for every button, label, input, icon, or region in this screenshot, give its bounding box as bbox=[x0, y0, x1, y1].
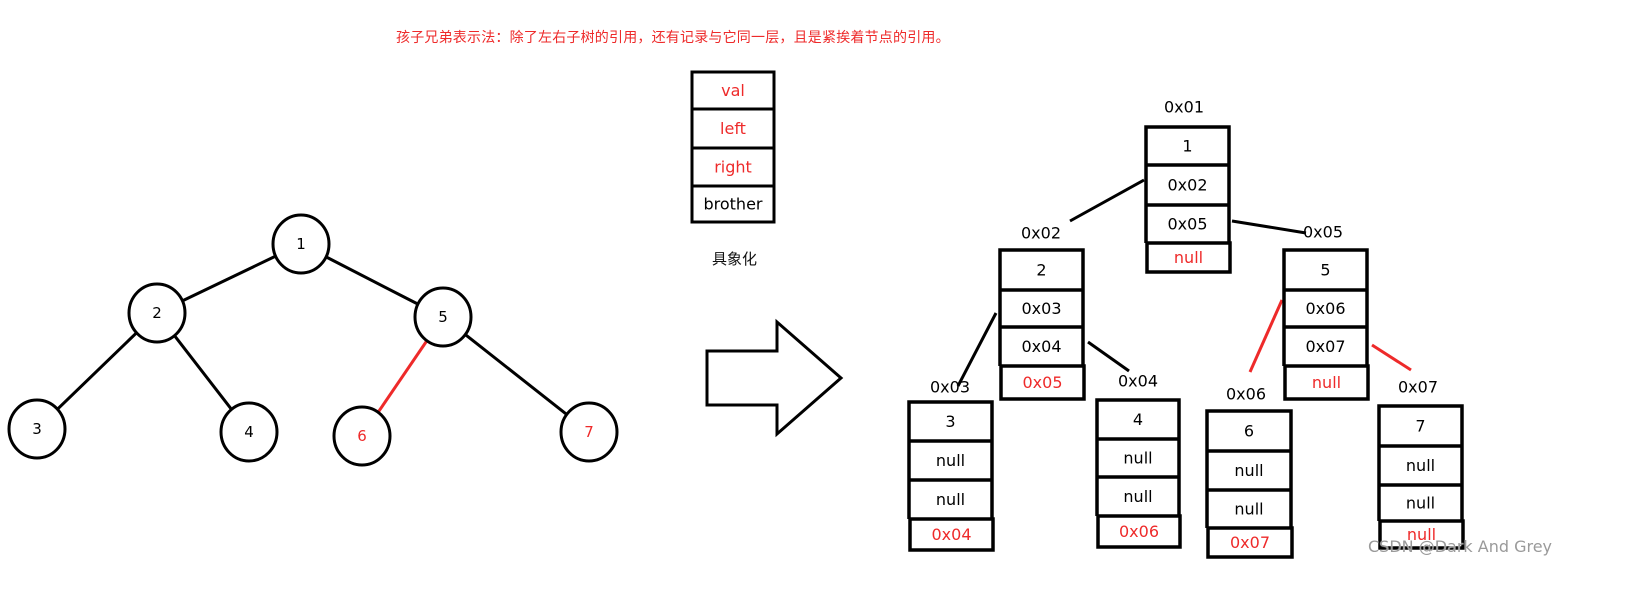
tree-node-label: 7 bbox=[584, 423, 594, 441]
memory-node-left: null bbox=[1123, 449, 1152, 468]
tree-edge-5-7 bbox=[464, 333, 568, 416]
memory-node-right: 0x04 bbox=[1021, 337, 1061, 356]
tree-node-3: 3 bbox=[7, 398, 67, 460]
memory-node-brother: null bbox=[1174, 248, 1203, 267]
memory-node-0x05: 0x05 5 0x06 0x07 null bbox=[1282, 223, 1370, 401]
memory-node-brother: 0x04 bbox=[931, 525, 971, 544]
memory-node-right: null bbox=[1234, 500, 1263, 519]
memory-node-address: 0x07 bbox=[1398, 378, 1438, 397]
memory-node-val: 7 bbox=[1415, 417, 1425, 436]
tree-node-label: 1 bbox=[296, 235, 306, 253]
tree-edge-1-2 bbox=[182, 255, 276, 302]
memory-node-address: 0x06 bbox=[1226, 385, 1266, 404]
memory-node-address: 0x02 bbox=[1021, 224, 1061, 243]
memory-node-brother: 0x06 bbox=[1119, 522, 1159, 541]
tree-node-1: 1 bbox=[271, 213, 331, 275]
memory-node-brother: 0x07 bbox=[1230, 533, 1270, 552]
memory-nodes: 0x0110x020x05null0x0220x030x040x050x0550… bbox=[907, 98, 1465, 559]
memory-link-n5-left bbox=[1248, 299, 1284, 373]
memory-node-val: 1 bbox=[1182, 137, 1192, 156]
memory-node-brother: null bbox=[1312, 373, 1341, 392]
tree-node-label: 3 bbox=[32, 420, 42, 438]
memory-link-n5-right bbox=[1371, 343, 1412, 372]
memory-node-0x02: 0x02 2 0x03 0x04 0x05 bbox=[998, 224, 1086, 401]
tree-node-5: 5 bbox=[413, 286, 473, 348]
tree-node-7: 7 bbox=[559, 401, 619, 463]
tree-node-label: 4 bbox=[244, 423, 254, 441]
tree-node-6: 6 bbox=[332, 405, 392, 467]
legend-field-right: right bbox=[714, 158, 752, 177]
memory-node-left: 0x02 bbox=[1167, 176, 1207, 195]
legend-field-val: val bbox=[721, 81, 745, 100]
tree-edge-1-5 bbox=[326, 255, 418, 306]
diagram-canvas: valleftrightbrother 12 53 4 6 7 0x0110x020x0… bbox=[7, 70, 1465, 559]
memory-node-left: null bbox=[1234, 461, 1263, 480]
memory-node-left: null bbox=[1406, 456, 1435, 475]
tree-node-label: 5 bbox=[438, 308, 448, 326]
memory-node-address: 0x01 bbox=[1164, 98, 1204, 117]
memory-node-val: 6 bbox=[1244, 422, 1254, 441]
logical-tree-edges bbox=[56, 255, 568, 416]
memory-node-left: 0x03 bbox=[1021, 299, 1061, 318]
legend-field-brother: brother bbox=[703, 195, 762, 214]
memory-link-n1-right bbox=[1231, 219, 1307, 235]
tree-node-label: 6 bbox=[357, 427, 367, 445]
memory-node-right: null bbox=[1406, 494, 1435, 513]
tree-node-2: 2 bbox=[127, 282, 187, 344]
tree-edge-2-4 bbox=[173, 335, 233, 410]
tree-node-4: 4 bbox=[219, 401, 279, 463]
memory-node-val: 4 bbox=[1133, 410, 1143, 429]
memory-link-n2-left bbox=[956, 312, 998, 387]
memory-node-address: 0x03 bbox=[930, 378, 970, 397]
legend-field-left: left bbox=[720, 119, 746, 138]
memory-node-0x01: 0x01 1 0x02 0x05 null bbox=[1144, 98, 1232, 274]
tree-node-label: 2 bbox=[152, 304, 162, 322]
legend-node-structure: val left right brother bbox=[690, 70, 776, 224]
memory-node-0x04: 0x04 4 null null 0x06 bbox=[1095, 372, 1182, 549]
memory-node-left: null bbox=[936, 451, 965, 470]
memory-node-right: null bbox=[936, 490, 965, 509]
watermark: CSDN @Dark And Grey bbox=[1368, 537, 1553, 556]
memory-node-val: 3 bbox=[945, 412, 955, 431]
memory-node-val: 5 bbox=[1320, 261, 1330, 280]
memory-node-right: 0x05 bbox=[1167, 215, 1207, 234]
memory-link-n1-left bbox=[1069, 178, 1145, 223]
tree-edge-2-3 bbox=[56, 332, 138, 410]
memory-node-brother: 0x05 bbox=[1022, 373, 1062, 392]
tree-edge-5-6 bbox=[377, 340, 428, 413]
transform-arrow-icon bbox=[705, 318, 844, 438]
memory-node-address: 0x05 bbox=[1303, 223, 1343, 242]
memory-node-0x03: 0x03 3 null null 0x04 bbox=[907, 378, 995, 552]
memory-node-right: null bbox=[1123, 487, 1152, 506]
logical-tree-nodes: 1 2 5 3 4 6 7 bbox=[7, 213, 619, 467]
memory-link-n2-right bbox=[1087, 340, 1130, 373]
memory-node-right: 0x07 bbox=[1305, 337, 1345, 356]
memory-node-address: 0x04 bbox=[1118, 372, 1158, 391]
memory-node-left: 0x06 bbox=[1305, 299, 1345, 318]
memory-node-0x07: 0x077nullnullnull bbox=[1377, 378, 1465, 550]
memory-node-val: 2 bbox=[1036, 261, 1046, 280]
memory-node-0x06: 0x06 6 null null 0x07 bbox=[1205, 385, 1294, 559]
